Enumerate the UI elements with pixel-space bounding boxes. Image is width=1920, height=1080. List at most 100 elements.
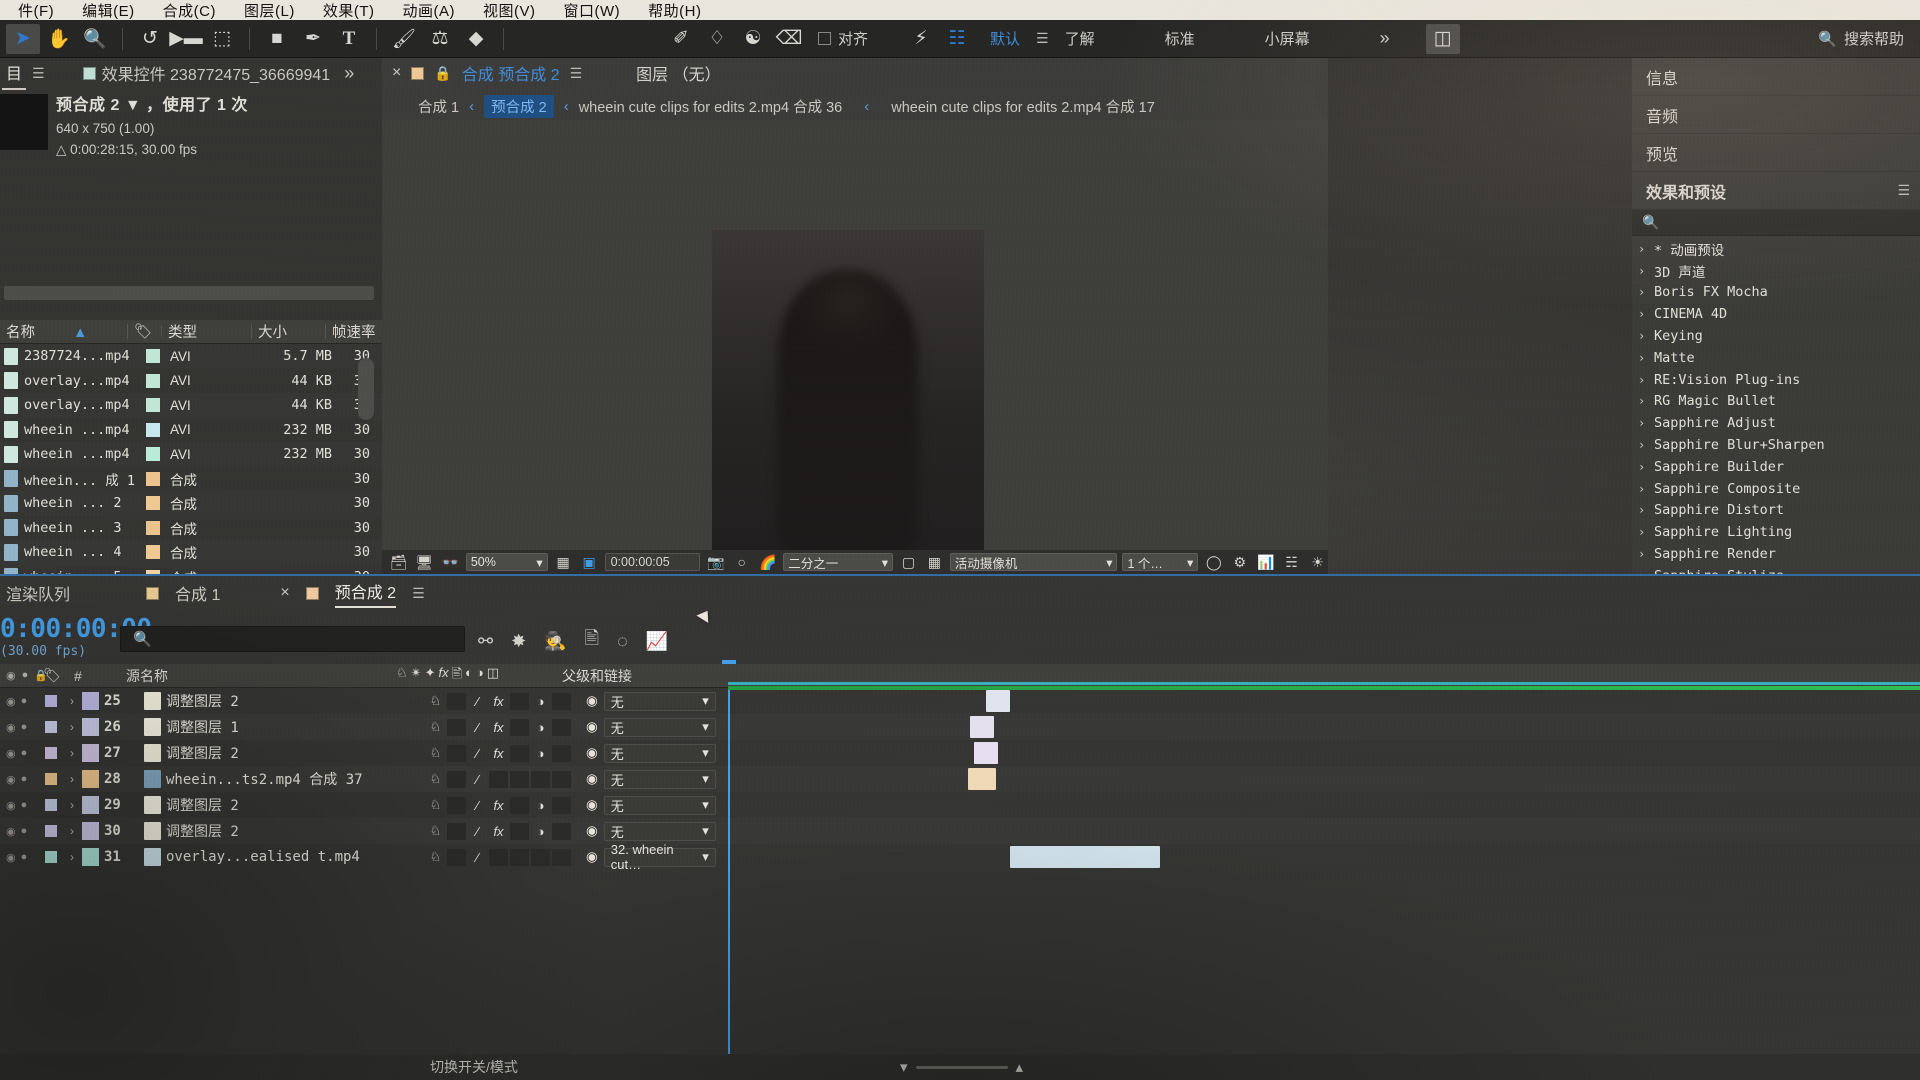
effects-category-row[interactable]: › RG Magic Bullet <box>1632 391 1920 413</box>
menu-item-effect[interactable]: 效果(T) <box>309 0 389 20</box>
current-time-display[interactable]: 0:00:00:05 <box>604 553 701 571</box>
adjustment-layer-switch-icon[interactable]: ◑ <box>531 694 550 709</box>
selection-tool-icon[interactable]: ➤ <box>6 23 40 54</box>
layer-source-name[interactable]: 调整图层 2 <box>166 821 426 841</box>
layer-av-toggles[interactable]: ◉ ● <box>0 773 40 786</box>
project-item-row[interactable]: wheein ... 3 合成 30 <box>0 516 382 541</box>
shy-switch-icon[interactable]: ♘ <box>426 719 445 735</box>
align-tool-icon[interactable]: ⚡ <box>904 24 938 54</box>
column-number[interactable]: # <box>64 668 104 684</box>
collapse-switch[interactable] <box>447 848 466 866</box>
layer-parent[interactable]: ◉ 无 ▾ <box>586 769 736 789</box>
adjustment-layer-switch-icon[interactable]: ◑ <box>531 824 550 839</box>
effects-category-row[interactable]: › Sapphire Lighting <box>1632 521 1920 543</box>
layer-source-name[interactable]: 调整图层 1 <box>166 717 426 737</box>
project-item-row[interactable]: wheein ...mp4 AVI 232 MB 30 <box>0 418 382 443</box>
layer-label-swatch[interactable] <box>40 721 62 733</box>
timeline-zoom-control[interactable]: ▾ ▴ <box>900 1058 1023 1076</box>
layer-switches[interactable]: ♘ ∕ fx ◑ <box>426 692 586 710</box>
project-item-row[interactable]: overlay...mp4 AVI 44 KB30 <box>0 393 382 418</box>
layer-parent[interactable]: ◉ 无 ▾ <box>586 821 736 841</box>
menu-item-composition[interactable]: 合成(C) <box>149 0 230 20</box>
show-snapshot-icon[interactable]: ○ <box>731 553 752 571</box>
workspace-menu-icon[interactable]: ☰ <box>1036 30 1049 47</box>
project-item-label[interactable] <box>136 520 170 535</box>
align-toggle[interactable]: 对齐 <box>808 28 878 49</box>
effects-category-row[interactable]: › Sapphire Builder <box>1632 456 1920 478</box>
project-item-label[interactable] <box>136 447 170 462</box>
column-name[interactable]: 名称 ▲ <box>0 321 128 342</box>
shy-switch-icon[interactable]: ♘ <box>426 797 445 813</box>
layer-label-swatch[interactable] <box>40 695 62 707</box>
effects-panel-menu-icon[interactable]: ☰ <box>1897 182 1910 199</box>
chevron-right-icon[interactable]: › <box>1638 438 1647 452</box>
timeline-search-input[interactable]: 🔍 <box>120 626 465 652</box>
column-size[interactable]: 大小 <box>252 321 326 342</box>
audio-icon[interactable]: ● <box>21 825 28 838</box>
workspace-layout-icon[interactable]: ◫ <box>1425 23 1460 54</box>
composition-panel[interactable]: × 🔒 合成 预合成 2 ☰ 图层 （无） 合成 1 ‹ 预合成 2 ‹ whe… <box>382 58 1328 574</box>
layer-bar[interactable] <box>1010 846 1160 868</box>
composition-menu-icon[interactable]: ☰ <box>570 65 583 82</box>
project-horizontal-scrollbar[interactable] <box>4 286 374 300</box>
eye-icon[interactable]: ◉ <box>6 695 16 708</box>
layer-switches[interactable]: ♘ ∕ fx ◑ <box>426 822 586 840</box>
layer-av-toggles[interactable]: ◉ ● <box>0 825 40 838</box>
chevron-right-icon[interactable]: › <box>1638 307 1647 321</box>
chevron-right-icon[interactable]: › <box>1638 394 1647 408</box>
effects-category-row[interactable]: › Matte <box>1632 347 1920 369</box>
column-label[interactable]: 🏷 <box>40 667 64 684</box>
layer-track[interactable] <box>728 690 1920 712</box>
parent-pickwhip-icon[interactable]: ◉ <box>586 719 598 735</box>
align-checkbox[interactable] <box>818 32 831 45</box>
effects-switch-empty[interactable] <box>489 848 508 866</box>
chevron-right-icon[interactable]: › <box>62 772 82 786</box>
view-layout-icon[interactable]: ▦ <box>924 553 945 571</box>
parent-pickwhip-icon[interactable]: ◉ <box>586 771 598 787</box>
roto-brush-tool-icon[interactable]: ✐ <box>664 24 698 54</box>
composition-tabbar[interactable]: × 🔒 合成 预合成 2 ☰ 图层 （无） <box>382 58 1328 88</box>
frame-blend-switch[interactable] <box>510 744 529 762</box>
adjustment-layer-switch-icon[interactable]: ◑ <box>531 798 550 813</box>
comp-flowchart-icon[interactable]: ☵ <box>1281 553 1302 571</box>
snapping-icon[interactable]: ☷ <box>940 24 974 54</box>
layer-bar[interactable] <box>970 716 994 738</box>
pixel-aspect-icon[interactable]: ◯ <box>1203 553 1224 571</box>
fast-previews-icon[interactable]: ⚙ <box>1229 553 1250 571</box>
adjustment-layer-switch-icon[interactable]: ◑ <box>531 720 550 735</box>
parent-select[interactable]: 无 ▾ <box>603 821 716 841</box>
project-item-label[interactable] <box>136 422 170 437</box>
timeline-icon[interactable]: 📊 <box>1255 553 1276 571</box>
effects-category-row[interactable]: › RE:Vision Plug-ins <box>1632 369 1920 391</box>
pan-behind-tool-icon[interactable]: ⬚ <box>205 24 239 54</box>
layer-track[interactable] <box>728 846 1920 868</box>
layer-bar[interactable] <box>968 768 996 790</box>
project-item-label[interactable] <box>136 373 170 388</box>
shy-switch-icon[interactable]: ♘ <box>426 693 445 709</box>
close-icon[interactable]: × <box>280 584 289 602</box>
quality-switch-icon[interactable]: ∕ <box>468 772 487 787</box>
column-framerate[interactable]: 帧速率 <box>326 321 382 342</box>
adjustment-layer-switch-empty[interactable] <box>531 770 550 788</box>
pen-tool-icon[interactable]: ✒ <box>296 24 330 54</box>
close-icon[interactable]: × <box>392 64 401 82</box>
parent-select[interactable]: 无 ▾ <box>603 691 716 711</box>
project-item-label[interactable] <box>136 349 170 364</box>
workspace-smallscreen-label[interactable]: 小屏幕 <box>1251 28 1324 49</box>
adjustment-layer-switch-icon[interactable]: ◑ <box>531 746 550 761</box>
eye-icon[interactable]: ◉ <box>6 851 16 864</box>
parent-pickwhip-icon[interactable]: ◉ <box>586 797 598 813</box>
parent-select[interactable]: 无 ▾ <box>603 743 716 763</box>
tab-precomp-2[interactable]: 预合成 2 <box>334 579 397 608</box>
effects-category-row[interactable]: ›Sapphire Stylize <box>1632 565 1920 574</box>
layer-switches[interactable]: ♘ ∕ fx ◑ <box>426 796 586 814</box>
timeline-layer-row[interactable]: ◉ ● › 25 调整图层 2 ♘ ∕ fx ◑ ◉ 无 ▾ <box>0 688 1920 714</box>
project-item-label[interactable] <box>136 545 170 560</box>
layer-av-toggles[interactable]: ◉ ● <box>0 799 40 812</box>
layer-parent[interactable]: ◉ 无 ▾ <box>586 691 736 711</box>
three-d-switch[interactable] <box>552 796 571 814</box>
transparency-grid-icon[interactable]: ▢ <box>898 553 919 571</box>
shy-switch-icon[interactable]: ♘ <box>426 823 445 839</box>
right-panel-stack[interactable]: 信息 音频 预览 效果和预设 ☰ 🔍 › * 动画预设 › 3D 声道 › Boris F… <box>1632 58 1920 574</box>
shy-switch-icon[interactable]: ♘ <box>426 745 445 761</box>
